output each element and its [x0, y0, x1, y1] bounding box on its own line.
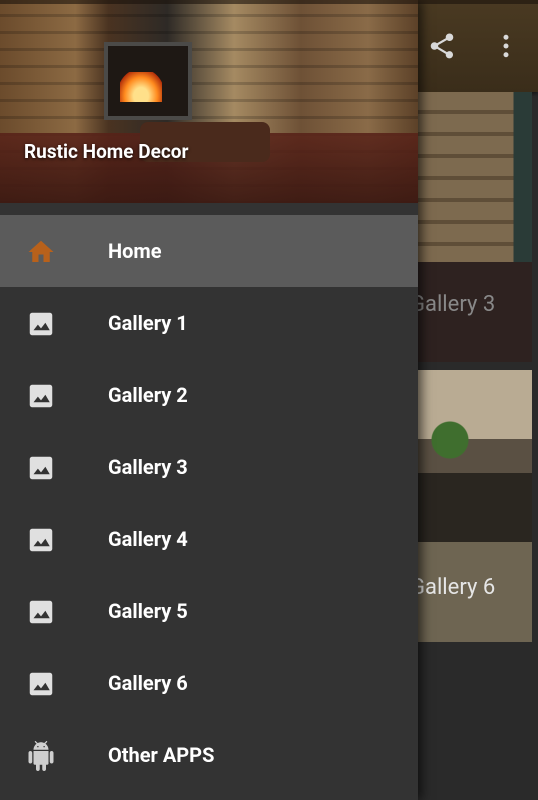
- image-icon: [26, 309, 56, 339]
- drawer-item-label: Home: [108, 239, 162, 263]
- drawer-item-gallery-4[interactable]: Gallery 4: [0, 503, 418, 575]
- share-icon[interactable]: [424, 28, 460, 64]
- drawer-item-label: Other APPS: [108, 743, 215, 767]
- image-icon: [26, 453, 56, 483]
- navigation-drawer: Rustic Home Decor Home Gallery 1 Gallery…: [0, 0, 418, 800]
- drawer-item-label: Gallery 2: [108, 383, 188, 407]
- home-icon: [26, 237, 56, 267]
- gallery-thumbnail: [410, 92, 532, 262]
- status-bar: [0, 0, 538, 4]
- gallery-card-label: Gallery 3: [410, 292, 496, 317]
- drawer-item-label: Gallery 6: [108, 671, 188, 695]
- drawer-title: Rustic Home Decor: [24, 140, 189, 163]
- gallery-card[interactable]: Gallery 6: [410, 370, 532, 642]
- more-vert-icon[interactable]: [488, 28, 524, 64]
- drawer-item-label: Gallery 4: [108, 527, 188, 551]
- drawer-item-gallery-3[interactable]: Gallery 3: [0, 431, 418, 503]
- drawer-item-gallery-2[interactable]: Gallery 2: [0, 359, 418, 431]
- drawer-item-gallery-1[interactable]: Gallery 1: [0, 287, 418, 359]
- gallery-card[interactable]: Gallery 3: [410, 92, 532, 362]
- image-icon: [26, 597, 56, 627]
- android-icon: [26, 741, 56, 771]
- drawer-item-other-apps[interactable]: Other APPS: [0, 719, 418, 791]
- drawer-item-label: Gallery 5: [108, 599, 188, 623]
- drawer-item-label: Gallery 3: [108, 455, 188, 479]
- drawer-header: Rustic Home Decor: [0, 0, 418, 203]
- image-icon: [26, 381, 56, 411]
- image-icon: [26, 525, 56, 555]
- drawer-menu: Home Gallery 1 Gallery 2 Gallery 3 Galle…: [0, 215, 418, 791]
- drawer-item-gallery-5[interactable]: Gallery 5: [0, 575, 418, 647]
- gallery-card-label: Gallery 6: [410, 575, 496, 600]
- gallery-thumbnail: [410, 370, 532, 542]
- drawer-item-home[interactable]: Home: [0, 215, 418, 287]
- image-icon: [26, 669, 56, 699]
- drawer-item-label: Gallery 1: [108, 311, 188, 335]
- drawer-item-gallery-6[interactable]: Gallery 6: [0, 647, 418, 719]
